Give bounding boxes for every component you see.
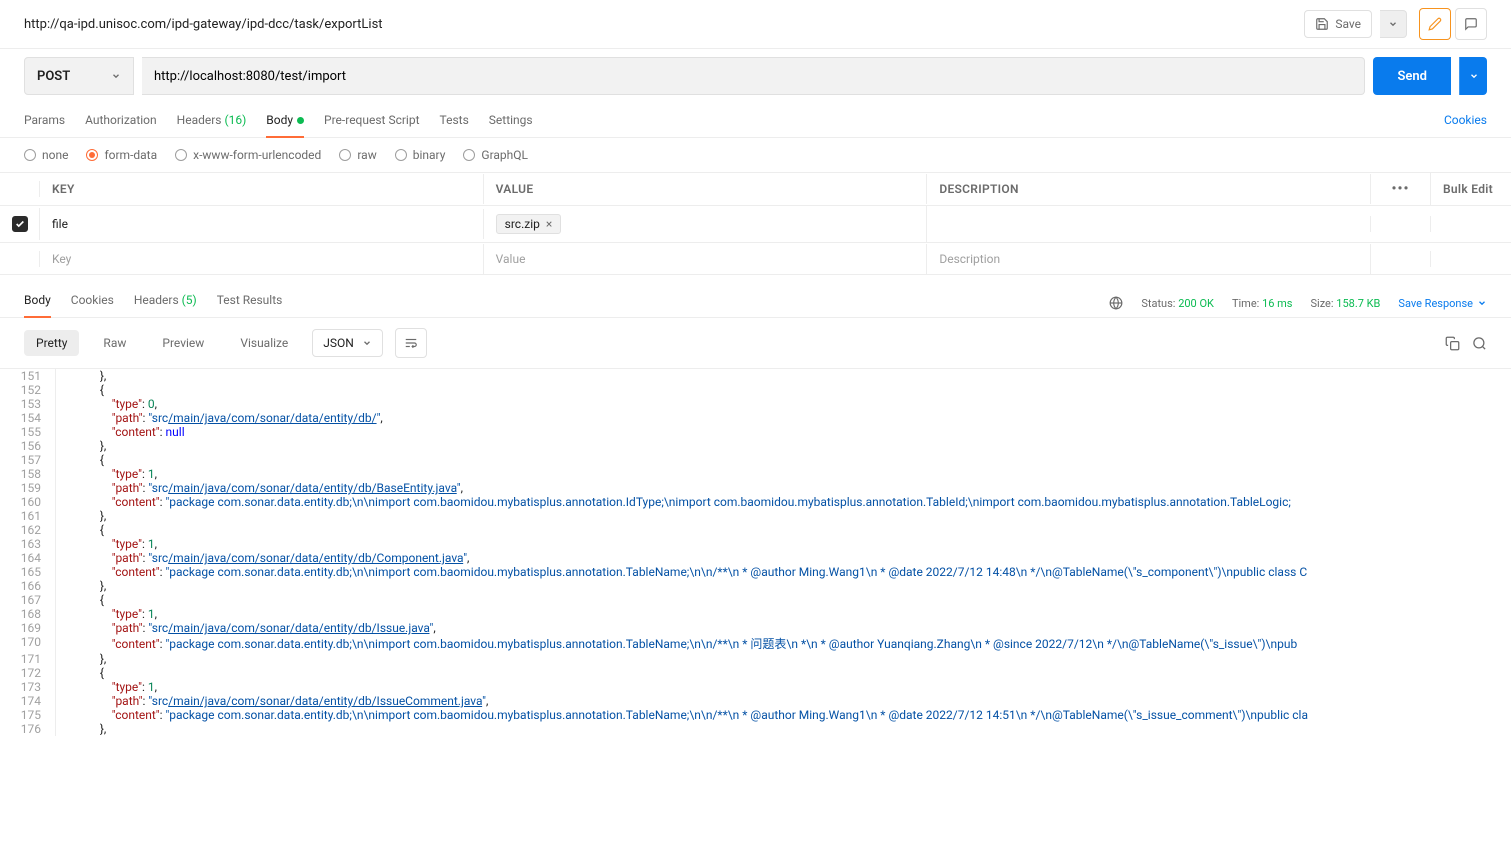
row-checkbox[interactable] [12, 216, 28, 232]
body-type-binary[interactable]: binary [395, 148, 446, 162]
response-tab-headers[interactable]: Headers (5) [134, 289, 197, 317]
search-button[interactable] [1472, 336, 1487, 351]
format-select[interactable]: JSON [312, 329, 383, 357]
time-meta: Time: 16 ms [1232, 297, 1293, 310]
save-label: Save [1335, 17, 1361, 31]
bulk-edit-link[interactable]: Bulk Edit [1431, 174, 1511, 204]
comment-button[interactable] [1455, 8, 1487, 40]
column-description: DESCRIPTION [927, 174, 1371, 204]
value-input[interactable]: Value [484, 244, 928, 274]
method-select[interactable]: POST [24, 57, 134, 95]
check-icon [15, 219, 25, 229]
chevron-down-icon [1469, 71, 1479, 81]
wrap-lines-button[interactable] [395, 328, 427, 358]
column-value: VALUE [484, 174, 928, 204]
key-input[interactable]: Key [40, 244, 484, 274]
send-button[interactable]: Send [1373, 57, 1451, 95]
table-row: file src.zip × [0, 206, 1511, 243]
copy-icon [1445, 336, 1460, 351]
tab-settings[interactable]: Settings [489, 107, 533, 137]
tab-tests[interactable]: Tests [440, 107, 469, 137]
response-tab-testresults[interactable]: Test Results [217, 289, 283, 317]
body-type-raw[interactable]: raw [339, 148, 376, 162]
tab-params[interactable]: Params [24, 107, 65, 137]
search-icon [1472, 336, 1487, 351]
view-pretty[interactable]: Pretty [24, 330, 79, 356]
tab-authorization[interactable]: Authorization [85, 107, 157, 137]
edit-button[interactable] [1419, 8, 1451, 40]
body-type-none[interactable]: none [24, 148, 68, 162]
pencil-icon [1428, 17, 1442, 31]
size-meta: Size: 158.7 KB [1310, 297, 1380, 310]
save-button[interactable]: Save [1304, 10, 1372, 38]
column-key: KEY [40, 174, 484, 204]
description-cell[interactable] [927, 216, 1371, 232]
save-response[interactable]: Save Response [1398, 297, 1487, 310]
view-preview[interactable]: Preview [150, 330, 216, 356]
globe-icon[interactable] [1109, 296, 1123, 310]
url-input[interactable] [142, 57, 1365, 95]
chevron-down-icon [1388, 19, 1398, 29]
wrap-icon [404, 336, 418, 350]
chevron-down-icon [1477, 298, 1487, 308]
chevron-down-icon [111, 71, 121, 81]
response-tab-body[interactable]: Body [24, 289, 51, 317]
chevron-down-icon [362, 338, 372, 348]
copy-button[interactable] [1445, 336, 1460, 351]
body-type-graphql[interactable]: GraphQL [463, 148, 528, 162]
method-label: POST [37, 69, 70, 84]
comment-icon [1464, 17, 1478, 31]
file-name: src.zip [505, 217, 540, 231]
tab-prerequest[interactable]: Pre-request Script [324, 107, 419, 137]
response-body[interactable]: 151 },152 {153 "type": 0,154 "path": "sr… [0, 368, 1511, 736]
key-cell[interactable]: file [40, 209, 484, 239]
value-cell[interactable]: src.zip × [484, 206, 928, 242]
body-type-xwww[interactable]: x-www-form-urlencoded [175, 148, 321, 162]
send-dropdown[interactable] [1459, 57, 1487, 95]
save-icon [1315, 17, 1329, 31]
description-input[interactable]: Description [927, 244, 1371, 274]
body-type-formdata[interactable]: form-data [86, 148, 157, 162]
cookies-link[interactable]: Cookies [1444, 107, 1487, 137]
view-visualize[interactable]: Visualize [228, 330, 300, 356]
view-raw[interactable]: Raw [91, 330, 138, 356]
dot-indicator [297, 117, 304, 124]
more-options[interactable]: ••• [1371, 173, 1431, 205]
tab-headers[interactable]: Headers (16) [177, 107, 247, 137]
table-row-new: Key Value Description [0, 243, 1511, 275]
response-tab-cookies[interactable]: Cookies [71, 289, 114, 317]
status-meta: Status: 200 OK [1141, 297, 1214, 310]
remove-file-icon[interactable]: × [546, 217, 552, 231]
save-dropdown[interactable] [1380, 10, 1407, 38]
request-name: http://qa-ipd.unisoc.com/ipd-gateway/ipd… [24, 17, 1304, 32]
tab-body[interactable]: Body [266, 107, 304, 137]
